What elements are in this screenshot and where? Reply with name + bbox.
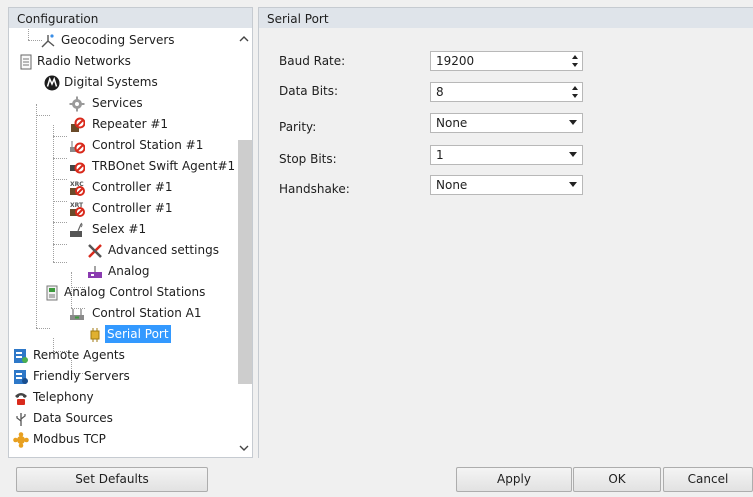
tree-item-label: Analog Control Stations (64, 285, 206, 299)
tree-item-remote-agents[interactable]: Remote Agents (9, 345, 237, 366)
swift-agent-icon (70, 162, 85, 174)
tree-item-advanced-settings[interactable]: Advanced settings (9, 240, 237, 261)
serial-port-settings-panel: Baud Rate: 19200 Data Bits: 8 Parity: No… (258, 28, 753, 458)
tree-item-label: Geocoding Servers (61, 33, 175, 47)
parity-value: None (436, 116, 468, 130)
baud-rate-value: 19200 (436, 54, 475, 68)
repeater-icon (71, 117, 85, 132)
parity-select[interactable]: None (430, 113, 583, 133)
tree-item-services[interactable]: Services (9, 93, 237, 114)
handshake-label: Handshake: (279, 182, 350, 196)
tree-item-friendly-servers[interactable]: Friendly Servers (9, 366, 237, 387)
spinner-arrows-icon[interactable] (571, 85, 579, 99)
tree-item-geocoding-servers[interactable]: Geocoding Servers (9, 30, 237, 51)
tree-item-digital-systems[interactable]: Digital Systems (9, 72, 237, 93)
set-defaults-button[interactable]: Set Defaults (16, 467, 208, 492)
tree-item-label: Advanced settings (108, 243, 219, 257)
tree-item-label: Telephony (33, 390, 94, 404)
tree-scrollbar[interactable] (236, 28, 252, 457)
tree-item-label: Control Station A1 (92, 306, 202, 320)
analog-stations-icon (46, 285, 58, 301)
apply-button[interactable]: Apply (456, 467, 572, 492)
tree-item-label: Remote Agents (33, 348, 125, 362)
tree-item-label: Repeater #1 (92, 117, 169, 131)
tree-item-label: Digital Systems (64, 75, 158, 89)
configuration-tree[interactable]: Geocoding Servers Radio Networks Digital… (8, 28, 253, 458)
stop-bits-value: 1 (436, 148, 444, 162)
tree-item-label: Analog (108, 264, 150, 278)
configuration-title: Configuration (17, 12, 99, 26)
tree-item-analog[interactable]: Analog (9, 261, 237, 282)
tree-item-serial-port[interactable]: Serial Port (9, 324, 237, 345)
serial-port-icon (90, 328, 100, 342)
friendly-servers-icon (14, 370, 28, 384)
handshake-value: None (436, 178, 468, 192)
tree-item-radio-networks[interactable]: Radio Networks (9, 51, 237, 72)
tree-item-selex[interactable]: Selex #1 (9, 219, 237, 240)
tree-item-label: Controller #1 (92, 201, 173, 215)
motorola-logo-icon (44, 75, 60, 91)
tree-item-controller-xrt[interactable]: XRT Controller #1 (9, 198, 237, 219)
data-bits-stepper[interactable]: 8 (430, 82, 583, 102)
tree-item-label: Radio Networks (37, 54, 131, 68)
tree-item-telephony[interactable]: Telephony (9, 387, 237, 408)
tree-item-analog-control-stations[interactable]: Analog Control Stations (9, 282, 237, 303)
modbus-icon (13, 432, 29, 448)
parity-label: Parity: (279, 120, 317, 134)
geocoding-icon (41, 34, 55, 48)
chevron-down-icon (569, 152, 577, 157)
bottom-button-bar: Set Defaults Apply OK Cancel (0, 458, 753, 497)
tree-item-controller-xrc[interactable]: XRC Controller #1 (9, 177, 237, 198)
controller-xrt-icon: XRT (70, 202, 85, 217)
spinner-arrows-icon[interactable] (571, 54, 579, 68)
selex-icon (70, 222, 83, 237)
usb-icon (16, 413, 26, 426)
gear-icon (69, 96, 85, 112)
tree-item-data-sources[interactable]: Data Sources (9, 408, 237, 429)
tree-item-swift-agent[interactable]: TRBOnet Swift Agent#1 (9, 156, 237, 177)
tree-item-repeater[interactable]: Repeater #1 (9, 114, 237, 135)
controller-xrc-icon: XRC (70, 181, 85, 196)
tree-item-label: TRBOnet Swift Agent#1 (92, 159, 236, 173)
tree-item-label: Friendly Servers (33, 369, 130, 383)
scrollbar-thumb[interactable] (238, 140, 252, 384)
cancel-button[interactable]: Cancel (663, 467, 753, 492)
tree-item-label: Control Station #1 (92, 138, 204, 152)
tree-item-label: Controller #1 (92, 180, 173, 194)
chevron-down-icon (569, 182, 577, 187)
tree-item-label: Services (92, 96, 143, 110)
configuration-panel-header: Configuration (8, 7, 253, 29)
data-bits-label: Data Bits: (279, 84, 339, 98)
baud-rate-stepper[interactable]: 19200 (430, 51, 583, 71)
tree-item-control-station-1[interactable]: Control Station #1 (9, 135, 237, 156)
baud-rate-label: Baud Rate: (279, 54, 346, 68)
tools-icon (88, 244, 102, 258)
radio-networks-icon (20, 54, 32, 70)
ok-button[interactable]: OK (573, 467, 661, 492)
analog-icon (88, 266, 102, 278)
stop-bits-label: Stop Bits: (279, 152, 337, 166)
tree-item-label: Data Sources (33, 411, 113, 425)
control-station-a1-icon (70, 309, 84, 320)
control-station-icon (70, 141, 85, 154)
serial-port-panel-header: Serial Port (258, 7, 753, 29)
scroll-up-icon[interactable] (239, 34, 249, 44)
tree-item-control-station-a1[interactable]: Control Station A1 (9, 303, 237, 324)
tree-item-label: Selex #1 (92, 222, 147, 236)
scroll-down-icon[interactable] (239, 443, 249, 453)
data-bits-value: 8 (436, 85, 444, 99)
telephone-icon (15, 393, 27, 405)
chevron-down-icon (569, 120, 577, 125)
tree-item-label: Serial Port (105, 325, 171, 343)
tree-item-label: Modbus TCP (33, 432, 106, 446)
remote-agents-icon (14, 349, 28, 363)
handshake-select[interactable]: None (430, 175, 583, 195)
serial-port-title: Serial Port (267, 12, 329, 26)
stop-bits-select[interactable]: 1 (430, 145, 583, 165)
tree-item-modbus-tcp[interactable]: Modbus TCP (9, 429, 237, 450)
